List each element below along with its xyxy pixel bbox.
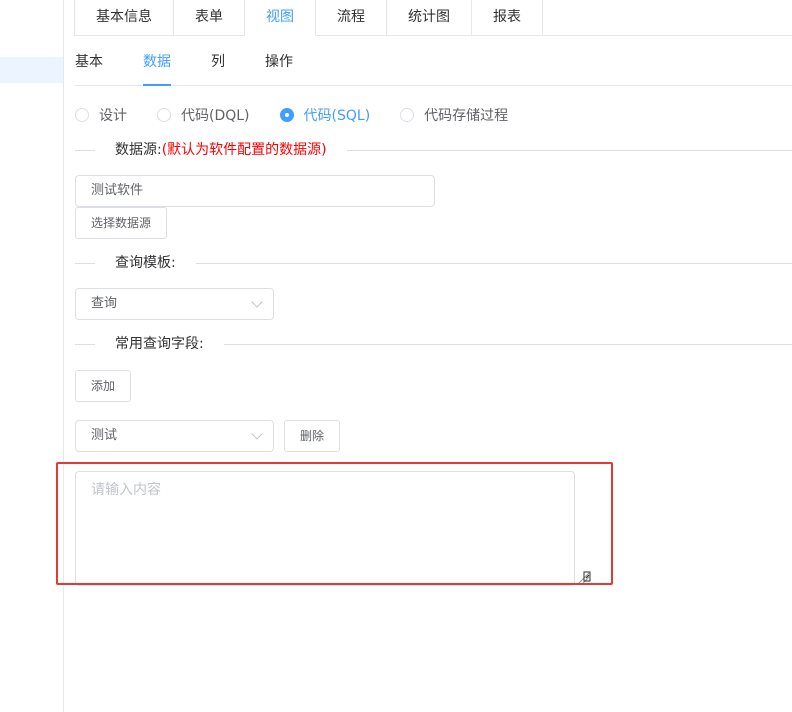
common-fields-divider: 常用查询字段: (75, 334, 792, 354)
main-panel: 基本信息 表单 视图 流程 统计图 报表 基本 数据 列 操作 设计 代码(DQ… (56, 0, 792, 712)
tab-basic-info[interactable]: 基本信息 (74, 0, 174, 36)
radio-label: 代码(SQL) (303, 108, 371, 124)
chevron-down-icon (251, 296, 263, 308)
top-tab-bar: 基本信息 表单 视图 流程 统计图 报表 (74, 0, 792, 36)
subtab-basic[interactable]: 基本 (75, 52, 103, 85)
textarea-placeholder: 请输入内容 (91, 482, 161, 498)
tab-form[interactable]: 表单 (174, 0, 245, 36)
datasource-section-title: 数据源:(默认为软件配置的数据源) (95, 140, 347, 160)
subtab-data[interactable]: 数据 (143, 52, 171, 86)
mode-radio-group: 设计 代码(DQL) 代码(SQL) 代码存储过程 (75, 105, 538, 125)
radio-checked-icon[interactable] (279, 108, 294, 122)
query-template-value: 查询 (91, 296, 118, 311)
subtab-actions[interactable]: 操作 (265, 52, 293, 85)
add-field-button[interactable]: 添加 (75, 370, 132, 402)
query-template-divider: 查询模板: (75, 253, 792, 273)
radio-code-procedure[interactable]: 代码存储过程 (400, 105, 508, 125)
tab-flow[interactable]: 流程 (316, 0, 387, 36)
query-template-select[interactable]: 查询 (75, 288, 274, 320)
left-sidebar (0, 0, 64, 712)
radio-circle-icon[interactable] (157, 108, 171, 122)
sub-tab-bar: 基本 数据 列 操作 (75, 52, 792, 86)
datasource-label: 数据源: (115, 142, 162, 158)
edit-icon[interactable] (577, 571, 591, 585)
field-select-value: 测试 (91, 428, 118, 443)
radio-label: 代码存储过程 (424, 108, 509, 124)
sidebar-active-item[interactable] (0, 57, 63, 83)
sql-textarea[interactable]: 请输入内容 (75, 471, 575, 586)
field-select[interactable]: 测试 (75, 420, 274, 452)
radio-code-sql[interactable]: 代码(SQL) (279, 105, 371, 125)
tab-view[interactable]: 视图 (245, 0, 316, 36)
radio-code-dql[interactable]: 代码(DQL) (157, 105, 250, 125)
delete-field-button[interactable]: 删除 (284, 420, 341, 452)
select-datasource-button[interactable]: 选择数据源 (75, 207, 168, 239)
radio-circle-icon[interactable] (400, 108, 415, 122)
datasource-input[interactable]: 测试软件 (75, 175, 435, 207)
radio-circle-icon[interactable] (75, 108, 89, 122)
datasource-divider: 数据源:(默认为软件配置的数据源) (75, 140, 792, 160)
datasource-hint: (默认为软件配置的数据源) (161, 142, 327, 158)
radio-label: 代码(DQL) (181, 108, 250, 124)
tab-chart[interactable]: 统计图 (387, 0, 472, 36)
common-fields-section-title: 常用查询字段: (95, 334, 224, 354)
radio-design[interactable]: 设计 (75, 105, 127, 125)
radio-label: 设计 (99, 108, 127, 124)
subtab-columns[interactable]: 列 (211, 52, 225, 85)
chevron-down-icon (251, 428, 263, 440)
tab-report[interactable]: 报表 (472, 0, 543, 36)
query-template-section-title: 查询模板: (95, 253, 196, 273)
